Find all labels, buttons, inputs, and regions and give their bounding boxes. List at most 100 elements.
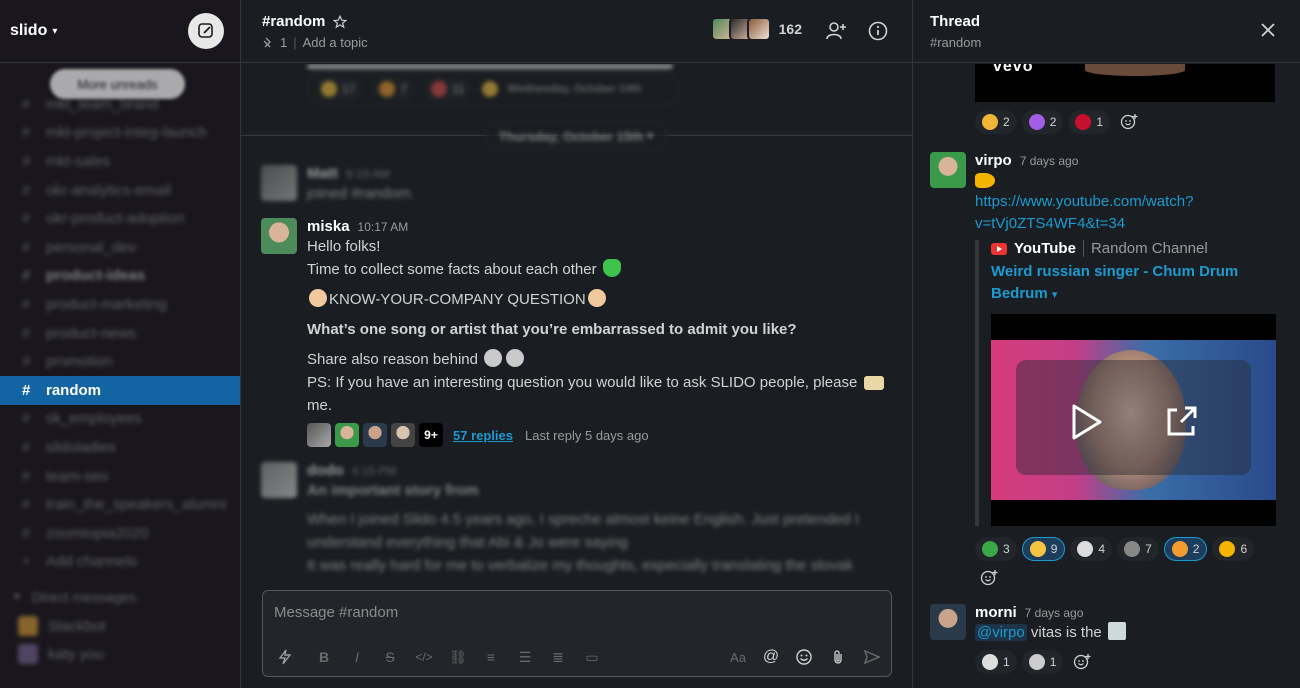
dm-section-header[interactable]: ▼ Direct messages [0,582,240,612]
reaction-button[interactable]: 2 [1021,110,1064,134]
mention-icon[interactable]: @ [761,647,781,667]
compose-button[interactable] [188,13,224,49]
blockquote-icon[interactable]: ≣ [548,647,568,667]
video-title[interactable]: Weird russian singer - Chum Drum Bedrum [991,263,1238,302]
youtube-link[interactable]: v=tVj0ZTS4WF4&t=34 [975,213,1283,235]
reaction-button[interactable]: 6 [1212,537,1255,561]
avatar[interactable] [261,462,297,498]
sidebar-item-product-marketing[interactable]: # product-marketing [0,290,240,319]
author-name[interactable]: dodo [307,462,344,479]
sidebar-item-zoomtopia2020[interactable]: # zoomtopia2020 [0,519,240,548]
bold-icon[interactable]: B [314,647,334,667]
chevron-down-icon[interactable]: ▾ [52,26,57,37]
previous-image-attachment[interactable]: vevo [975,64,1275,102]
dm-item[interactable]: katy you [0,640,240,668]
chevron-down-icon[interactable]: ▾ [1052,289,1058,301]
timestamp[interactable]: 7 days ago [1020,154,1079,168]
members-button[interactable]: 162 [710,17,802,41]
reaction-button[interactable]: 1 [975,650,1017,674]
add-reaction-icon[interactable] [975,566,1003,590]
add-reaction-icon[interactable] [1115,110,1143,134]
chevron-down-icon: ▼ [12,591,22,603]
add-channels-button[interactable]: + Add channels [0,548,240,577]
youtube-link[interactable]: https://www.youtube.com/watch? [975,191,1283,213]
reaction-button[interactable]: 4 [1070,537,1113,561]
reaction-button[interactable]: 7 [1117,537,1159,561]
avatar[interactable] [261,218,297,254]
sidebar-item-random[interactable]: # random [0,375,240,405]
reaction-button[interactable]: 9 [1021,537,1066,561]
sidebar-item-okr-analytics-email[interactable]: # okr-analytics-email [0,176,240,205]
reaction-button[interactable]: 2 [1163,537,1208,561]
reaction-button[interactable]: 1 [1068,110,1111,134]
sidebar-item-product-ideas[interactable]: # product-ideas [0,262,240,291]
pin-icon[interactable] [262,37,274,49]
sidebar-item-okr-product-adoption[interactable]: # okr-product-adoption [0,204,240,233]
custom-emoji-icon [1107,622,1126,640]
emoji-icon[interactable] [794,647,814,667]
sidebar-item-promotion[interactable]: # promotion [0,347,240,376]
sidebar-item-slidoladies[interactable]: # slidoladies [0,433,240,462]
formatting-icon[interactable]: Aa [728,647,748,667]
video-player[interactable] [991,314,1276,526]
sidebar-item-sk_employees[interactable]: # sk_employees [0,405,240,434]
pin-count[interactable]: 1 [280,35,287,50]
message-input[interactable]: Message #random [274,604,398,621]
dm-item[interactable]: Slackbot [0,612,240,640]
info-icon[interactable] [866,19,890,43]
attach-icon[interactable] [828,647,848,667]
play-icon[interactable] [1066,402,1106,442]
timestamp[interactable]: 10:17 AM [358,220,409,234]
reaction-button[interactable]: 3 [975,537,1017,561]
thread-channel[interactable]: #random [930,35,1300,50]
sidebar-item-mkt-project-integ-launch[interactable]: # mkt-project-integ-launch [0,119,240,148]
link-icon[interactable]: ⛓ [448,647,468,667]
avatar[interactable] [930,604,966,640]
message-text: When I joined Slido 4.5 years ago, I spr… [307,511,859,528]
date-label[interactable]: Wednesday, October 14th [508,83,642,95]
bulleted-list-icon[interactable]: ☰ [515,647,535,667]
open-external-icon[interactable] [1161,402,1201,442]
star-icon[interactable] [333,14,348,29]
timestamp[interactable]: 9:19 AM [346,167,390,181]
sidebar-item-train_the_speakers_alumni[interactable]: # train_the_speakers_alumni [0,490,240,519]
reaction[interactable]: 7 [372,77,415,101]
add-member-icon[interactable] [824,19,848,43]
sidebar-item-mkt_team_brand[interactable]: # mkt_team_brand [0,90,240,119]
workspace-name[interactable]: slido [10,22,47,40]
timestamp[interactable]: 7 days ago [1025,606,1084,620]
send-icon[interactable] [862,647,882,667]
sidebar-item-mkt-sales[interactable]: # mkt-sales [0,147,240,176]
message-composer[interactable]: Message #random B I S </> ⛓ ≡ ☰ ≣ ▭ Aa @ [262,590,892,677]
sidebar-item-personal_dev[interactable]: # personal_dev [0,233,240,262]
workspace-header[interactable]: slido ▾ [0,0,240,63]
sidebar-item-team-seo[interactable]: # team-seo [0,462,240,491]
reaction-button[interactable]: 2 [975,110,1017,134]
shortcuts-icon[interactable] [275,647,295,667]
author-name[interactable]: morni [975,604,1017,621]
add-topic-link[interactable]: Add a topic [303,35,368,50]
italic-icon[interactable]: I [347,647,367,667]
sidebar-item-product-news[interactable]: # product-news [0,319,240,348]
user-mention[interactable]: @virpo [975,624,1027,641]
reaction[interactable]: 17 [314,77,363,101]
strikethrough-icon[interactable]: S [380,647,400,667]
channel-title[interactable]: #random [262,13,325,30]
author-name[interactable]: virpo [975,152,1012,169]
code-icon[interactable]: </> [414,647,434,667]
thread-replies[interactable]: 9+ 57 replies Last reply 5 days ago [307,423,892,447]
date-divider[interactable]: Thursday, October 15th ▾ [484,122,668,150]
video-title-link[interactable]: Weird russian singer - Chum Drum Bedrum … [991,261,1241,306]
add-reaction-icon[interactable] [1068,650,1096,674]
replies-link[interactable]: 57 replies [453,428,513,443]
avatar[interactable] [930,152,966,188]
code-block-icon[interactable]: ▭ [582,647,602,667]
author-name[interactable]: miska [307,218,350,235]
close-icon[interactable] [1258,20,1278,40]
reaction-button[interactable]: 1 [1021,650,1064,674]
timestamp[interactable]: 4:15 PM [352,464,397,478]
reaction[interactable]: 11 [424,77,472,101]
avatar[interactable] [261,165,297,201]
author-name[interactable]: Matt [307,165,338,182]
ordered-list-icon[interactable]: ≡ [481,647,501,667]
